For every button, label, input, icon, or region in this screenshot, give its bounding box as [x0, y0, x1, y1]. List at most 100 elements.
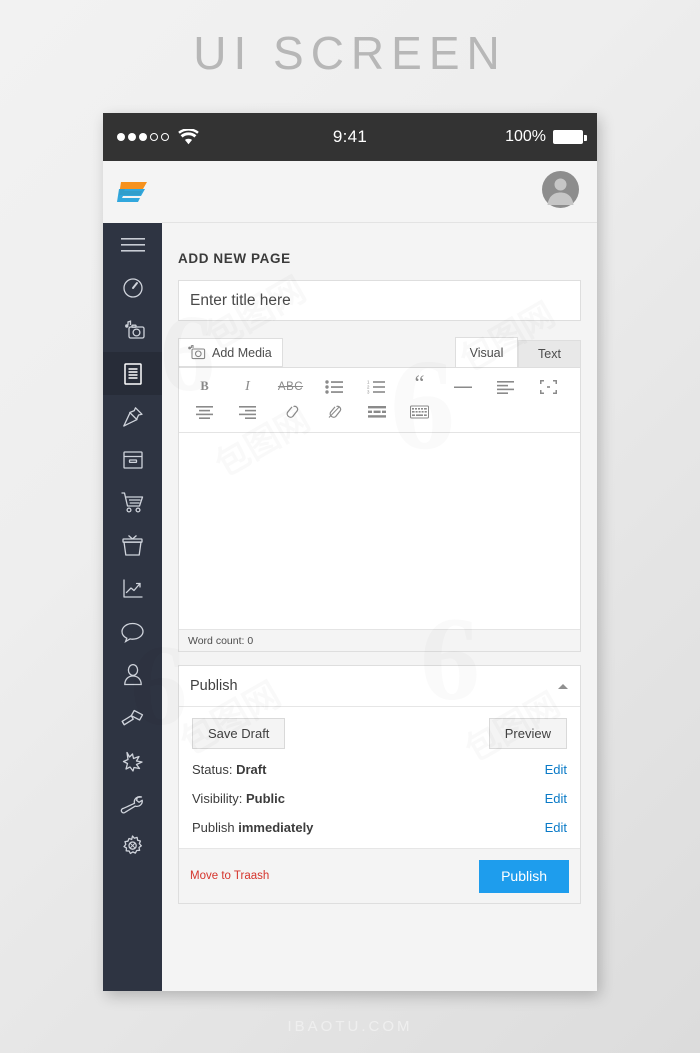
- publish-action-buttons: Save Draft Preview: [192, 718, 567, 749]
- battery-percent-label: 100%: [505, 128, 546, 145]
- publish-panel-footer: Move to Traash Publish: [179, 848, 580, 903]
- keyboard-shortcuts-icon[interactable]: [398, 399, 441, 424]
- word-count: Word count: 0: [179, 629, 580, 651]
- sidebar-item-archive[interactable]: [103, 438, 162, 481]
- sidebar-item-posts[interactable]: [103, 395, 162, 438]
- paint-brush-icon: [121, 709, 144, 725]
- toolbar-row-1: B I ABC 1 2 3 “: [183, 372, 576, 399]
- add-media-button[interactable]: Add Media: [178, 338, 283, 367]
- toolbar-row-2: [183, 399, 576, 424]
- sidebar-item-users[interactable]: [103, 653, 162, 696]
- tab-text[interactable]: Text: [518, 340, 581, 367]
- status-value: Draft: [236, 762, 267, 777]
- media-camera-icon: [124, 319, 145, 339]
- status-row: Status: Draft Edit: [192, 749, 567, 778]
- visibility-value: Public: [245, 791, 285, 806]
- sidebar-item-products[interactable]: [103, 524, 162, 567]
- publish-button[interactable]: Publish: [479, 859, 569, 893]
- status-label: Status:: [192, 762, 233, 777]
- user-avatar[interactable]: [542, 170, 579, 213]
- numbered-list-icon[interactable]: 1 2 3: [355, 374, 398, 399]
- phone-body: ADD NEW PAGE Enter title here Add Media: [103, 161, 597, 991]
- user-profile-icon: [123, 663, 142, 685]
- battery-full-icon: [553, 130, 587, 144]
- horizontal-rule-icon[interactable]: [441, 374, 484, 399]
- schedule-edit-link[interactable]: Edit: [545, 820, 567, 835]
- sidebar-item-media[interactable]: [103, 309, 162, 352]
- publish-panel: Publish Save Draft Preview Status: Draft…: [178, 665, 581, 904]
- editor: B I ABC 1 2 3 “ Word count: 0: [178, 367, 581, 652]
- sidebar-item-settings[interactable]: [103, 825, 162, 868]
- editor-tabs: Visual Text: [455, 337, 581, 367]
- italic-icon[interactable]: I: [226, 374, 269, 399]
- add-media-label: Add Media: [212, 345, 272, 360]
- sidebar-item-appearance[interactable]: [103, 696, 162, 739]
- editor-toolbar: B I ABC 1 2 3 “: [179, 368, 580, 433]
- sidebar-item-analytics[interactable]: [103, 567, 162, 610]
- sidebar-item-menu-toggle[interactable]: [103, 223, 162, 266]
- visibility-edit-link[interactable]: Edit: [545, 791, 567, 806]
- main-content: ADD NEW PAGE Enter title here Add Media: [162, 161, 597, 991]
- visibility-text: Visibility: Public: [192, 791, 285, 806]
- title-input[interactable]: Enter title here: [178, 280, 581, 321]
- align-center-icon[interactable]: [183, 399, 226, 424]
- sidebar-item-plugins[interactable]: [103, 739, 162, 782]
- read-more-icon[interactable]: [355, 399, 398, 424]
- blockquote-icon[interactable]: “: [398, 372, 441, 399]
- schedule-value: immediately: [238, 820, 314, 835]
- media-tabs-row: Add Media Visual Text: [178, 337, 581, 367]
- status-edit-link[interactable]: Edit: [545, 762, 567, 777]
- hamburger-menu-icon: [120, 237, 145, 252]
- tab-text-label: Text: [538, 347, 561, 361]
- title-input-placeholder: Enter title here: [190, 291, 291, 309]
- sidebar-item-tools[interactable]: [103, 782, 162, 825]
- wrench-tools-icon: [120, 795, 143, 814]
- strikethrough-icon[interactable]: ABC: [269, 374, 312, 399]
- gift-basket-icon: [122, 534, 143, 556]
- analytics-chart-icon: [122, 578, 143, 598]
- tab-visual-label: Visual: [469, 345, 504, 360]
- pin-icon: [122, 406, 143, 427]
- publish-panel-header[interactable]: Publish: [179, 666, 580, 707]
- shopping-cart-icon: [121, 492, 144, 513]
- schedule-row: Publish immediately Edit: [192, 807, 567, 836]
- gear-settings-icon: [123, 835, 142, 855]
- app-logo[interactable]: [103, 161, 162, 223]
- sidebar-item-shop[interactable]: [103, 481, 162, 524]
- pages-document-icon: [123, 362, 142, 385]
- plugin-plug-icon: [122, 751, 143, 772]
- status-bar-right: 100%: [505, 128, 587, 146]
- insert-link-icon[interactable]: [269, 399, 312, 424]
- dashboard-gauge-icon: [122, 277, 143, 298]
- sidebar-item-comments[interactable]: [103, 610, 162, 653]
- save-draft-button[interactable]: Save Draft: [192, 718, 286, 749]
- phone-mockup: 9:41 100% ADD NEW PAGE Enter title here …: [103, 113, 597, 991]
- svg-text:3: 3: [367, 389, 370, 393]
- archive-box-icon: [122, 450, 143, 469]
- sidebar: [103, 161, 162, 991]
- publish-panel-body: Save Draft Preview Status: Draft Edit Vi…: [179, 707, 580, 848]
- visibility-label: Visibility:: [192, 791, 243, 806]
- page-title: UI SCREEN: [193, 27, 507, 79]
- status-text: Status: Draft: [192, 762, 266, 777]
- align-right-icon[interactable]: [226, 399, 269, 424]
- sidebar-item-pages[interactable]: [103, 352, 162, 395]
- fullscreen-icon[interactable]: [527, 374, 570, 399]
- preview-button[interactable]: Preview: [488, 718, 567, 749]
- comment-bubble-icon: [121, 622, 144, 643]
- visibility-row: Visibility: Public Edit: [192, 778, 567, 807]
- top-header-bar: [162, 161, 597, 223]
- editor-canvas[interactable]: [179, 433, 580, 629]
- footer-brand: IBAOTU.COM: [287, 1018, 413, 1035]
- tab-visual[interactable]: Visual: [455, 337, 518, 367]
- bulleted-list-icon[interactable]: [312, 374, 355, 399]
- align-left-icon[interactable]: [484, 374, 527, 399]
- publish-panel-title: Publish: [190, 678, 238, 694]
- bold-icon[interactable]: B: [183, 374, 226, 399]
- schedule-text: Publish immediately: [192, 820, 313, 835]
- move-to-trash-link[interactable]: Move to Traash: [190, 870, 269, 882]
- sidebar-item-dashboard[interactable]: [103, 266, 162, 309]
- unlink-icon[interactable]: [312, 399, 355, 424]
- chevron-up-icon[interactable]: [558, 683, 568, 689]
- status-bar: 9:41 100%: [103, 113, 597, 161]
